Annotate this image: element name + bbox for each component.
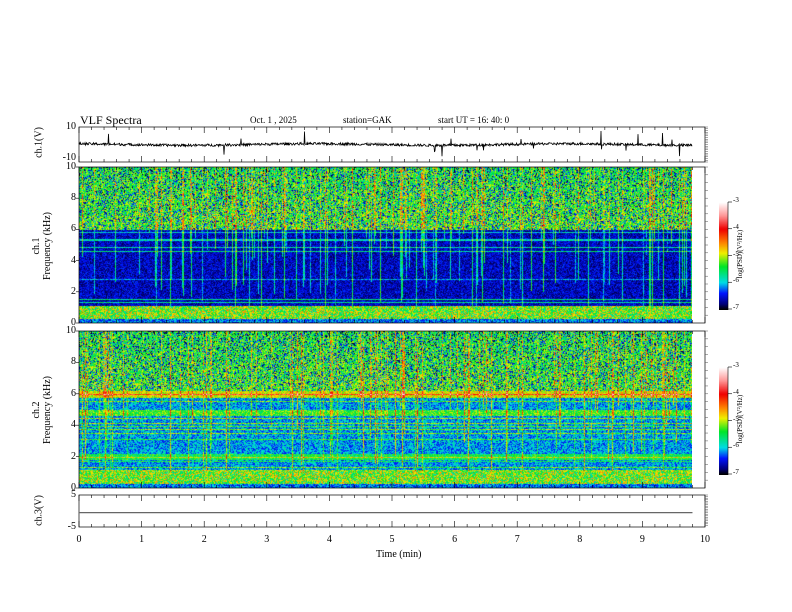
ch1-spectrogram-frame (78, 166, 706, 324)
ylabel-line2: Frequency (kHz) (42, 211, 53, 281)
spectrogram-ytick-label: 2 (71, 285, 76, 297)
spectrogram-ytick-label: 8 (71, 356, 76, 368)
colorbar-tick-label: -6 (733, 441, 739, 450)
ch3-ytick-label: -5 (67, 521, 76, 532)
x-axis-label: Time (min) (376, 549, 422, 560)
x-tick-label: 7 (514, 534, 520, 545)
colorbar-tick-label: -5 (733, 414, 739, 423)
ch2-spectrogram-frame (78, 330, 706, 489)
colorbar-tick-label: -7 (733, 468, 739, 476)
colorbar-tick-label: -4 (733, 387, 739, 396)
x-tick-label: 0 (76, 534, 82, 545)
spectrogram-ytick-label: 6 (71, 387, 76, 399)
colorbar-tick-label: -4 (733, 222, 739, 231)
ylabel-line2: Frequency (kHz) (42, 375, 53, 445)
ch2-spectrogram-ylabel: ch.2 Frequency (kHz) (31, 365, 55, 455)
colorbar-tick-label: -3 (733, 196, 739, 204)
x-tick-label: 10 (700, 534, 710, 545)
ylabel-line1: ch.1 (31, 237, 42, 255)
spectrogram-ytick-label: 4 (71, 254, 76, 266)
x-tick-label: 4 (326, 534, 332, 545)
ch1-waveform-line (78, 130, 693, 157)
axes-overlay (76, 126, 732, 528)
ch1-ytick-label: 10 (66, 121, 76, 132)
vlf-spectra-figure: VLF Spectra Oct. 1 , 2025 station=GAK st… (0, 0, 792, 612)
x-tick-label: 5 (389, 534, 395, 545)
x-tick-label: 1 (139, 534, 145, 545)
x-tick-label: 3 (264, 534, 270, 545)
x-tick-label: 8 (577, 534, 583, 545)
spectrogram-ytick-label: 2 (71, 450, 76, 462)
x-tick-label: 2 (201, 534, 207, 545)
colorbar-tick-label: -6 (733, 276, 739, 285)
spectrogram-ytick-label: 8 (71, 192, 76, 204)
colorbar-tick-label: -3 (733, 361, 739, 369)
ch1-spectrogram-ylabel: ch.1 Frequency (kHz) (31, 201, 55, 291)
spectrogram-ytick-label: 10 (66, 325, 76, 336)
spectrogram-ytick-label: 4 (71, 419, 76, 431)
colorbar-tick-label: -7 (733, 303, 739, 311)
x-tick-label: 6 (452, 534, 458, 545)
x-tick-label: 9 (639, 534, 645, 545)
ch3-ytick-label: 5 (71, 489, 76, 500)
spectrogram-ytick-label: 10 (66, 161, 76, 172)
colorbar-tick-label: -5 (733, 249, 739, 258)
spectrogram-ytick-label: 6 (71, 223, 76, 235)
ch1-waveform-ylabel: ch.1(V) (33, 127, 45, 158)
ylabel-line1: ch.2 (31, 401, 42, 419)
ch3-waveform-ylabel: ch.3(V) (33, 495, 45, 526)
